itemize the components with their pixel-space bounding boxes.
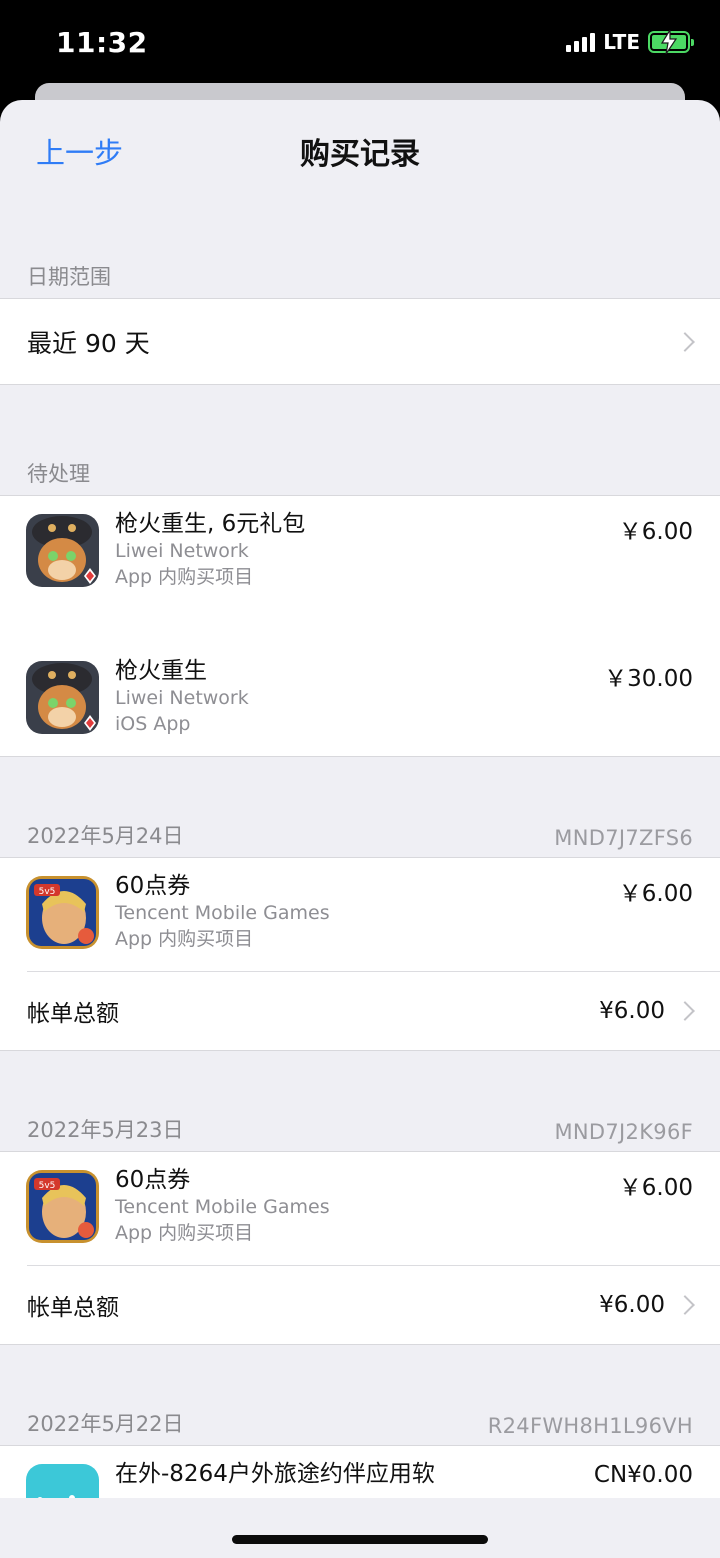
status-bar: 11:32 LTE	[0, 0, 720, 90]
item-developer: Tencent Mobile Games	[115, 1196, 330, 1218]
order-date: 2022年5月24日	[27, 824, 184, 848]
item-name: 枪火重生, 6元礼包	[115, 511, 306, 537]
chevron-right-icon	[675, 1295, 695, 1315]
total-label: 帐单总额	[27, 1295, 119, 1321]
order-header: 2022年5月22日 R24FWH8H1L96VH	[0, 1397, 720, 1445]
order-date: 2022年5月23日	[27, 1118, 184, 1142]
order-group: 5v5 60点券 Tencent Mobile Games App 内购买项目 …	[0, 1151, 720, 1345]
date-range-group: 最近 90 天	[0, 298, 720, 385]
item-developer: Tencent Mobile Games	[115, 902, 330, 924]
svg-text:5v5: 5v5	[39, 1181, 56, 1191]
order-total-row[interactable]: 帐单总额 ¥6.00	[0, 1266, 720, 1344]
page-title: 购买记录	[300, 137, 420, 172]
item-price: ￥6.00	[618, 881, 693, 907]
honor-of-kings-icon: 5v5	[26, 1170, 99, 1243]
order-group: 5v5 60点券 Tencent Mobile Games App 内购买项目 …	[0, 857, 720, 1051]
order-header: 2022年5月24日 MND7J7ZFS6	[0, 809, 720, 857]
total-amount: ¥6.00	[599, 998, 665, 1024]
pending-header: 待处理	[0, 447, 720, 495]
order-date: 2022年5月22日	[27, 1412, 184, 1436]
order-header: 2022年5月23日 MND7J2K96F	[0, 1103, 720, 1151]
item-kind: App 内购买项目	[115, 1222, 254, 1244]
item-price: ￥6.00	[618, 1175, 693, 1201]
item-developer: Liwei Network	[115, 540, 249, 562]
svg-text:5v5: 5v5	[39, 887, 56, 897]
status-time: 11:32	[56, 26, 148, 59]
order-item[interactable]: 5v5 60点券 Tencent Mobile Games App 内购买项目 …	[0, 858, 720, 971]
item-kind: App 内购买项目	[115, 566, 254, 588]
network-type: LTE	[603, 30, 640, 54]
gunfire-reborn-icon	[26, 661, 99, 734]
pending-item[interactable]: 枪火重生 Liwei Network iOS App ￥30.00	[0, 643, 720, 756]
item-name: 60点券	[115, 1167, 191, 1193]
order-total-row[interactable]: 帐单总额 ¥6.00	[0, 972, 720, 1050]
chevron-right-icon	[675, 1001, 695, 1021]
total-amount: ¥6.00	[599, 1292, 665, 1318]
item-price: CN¥0.00	[593, 1462, 693, 1488]
order-id: R24FWH8H1L96VH	[487, 1414, 693, 1438]
cellular-signal-icon	[566, 32, 596, 52]
item-price: ￥6.00	[618, 519, 693, 545]
bottom-safe-area	[0, 1498, 720, 1558]
pending-group: 枪火重生, 6元礼包 Liwei Network App 内购买项目 ￥6.00	[0, 495, 720, 757]
purchase-history-sheet: 上一步 购买记录 日期范围 最近 90 天 待处理 枪火重生, 6元礼包 Liw…	[0, 100, 720, 1558]
date-range-header: 日期范围	[0, 250, 720, 298]
date-range-row[interactable]: 最近 90 天	[0, 299, 720, 384]
order-id: MND7J2K96F	[554, 1120, 693, 1144]
item-kind: App 内购买项目	[115, 928, 254, 950]
gunfire-reborn-icon	[26, 514, 99, 587]
total-label: 帐单总额	[27, 1001, 119, 1027]
item-kind: iOS App	[115, 713, 191, 735]
navigation-bar: 上一步 购买记录	[0, 100, 720, 200]
pending-item[interactable]: 枪火重生, 6元礼包 Liwei Network App 内购买项目 ￥6.00	[0, 496, 720, 643]
item-price: ￥30.00	[604, 666, 693, 692]
status-indicators: LTE	[566, 30, 694, 54]
honor-of-kings-icon: 5v5	[26, 876, 99, 949]
order-id: MND7J7ZFS6	[554, 826, 693, 850]
pending-header-label: 待处理	[27, 462, 90, 486]
battery-charging-icon	[648, 30, 694, 54]
chevron-right-icon	[675, 331, 695, 352]
date-range-value: 最近 90 天	[27, 328, 150, 358]
item-name: 60点券	[115, 873, 191, 899]
order-item[interactable]: 5v5 60点券 Tencent Mobile Games App 内购买项目 …	[0, 1152, 720, 1265]
home-indicator[interactable]	[232, 1535, 488, 1544]
date-range-header-label: 日期范围	[27, 265, 111, 289]
